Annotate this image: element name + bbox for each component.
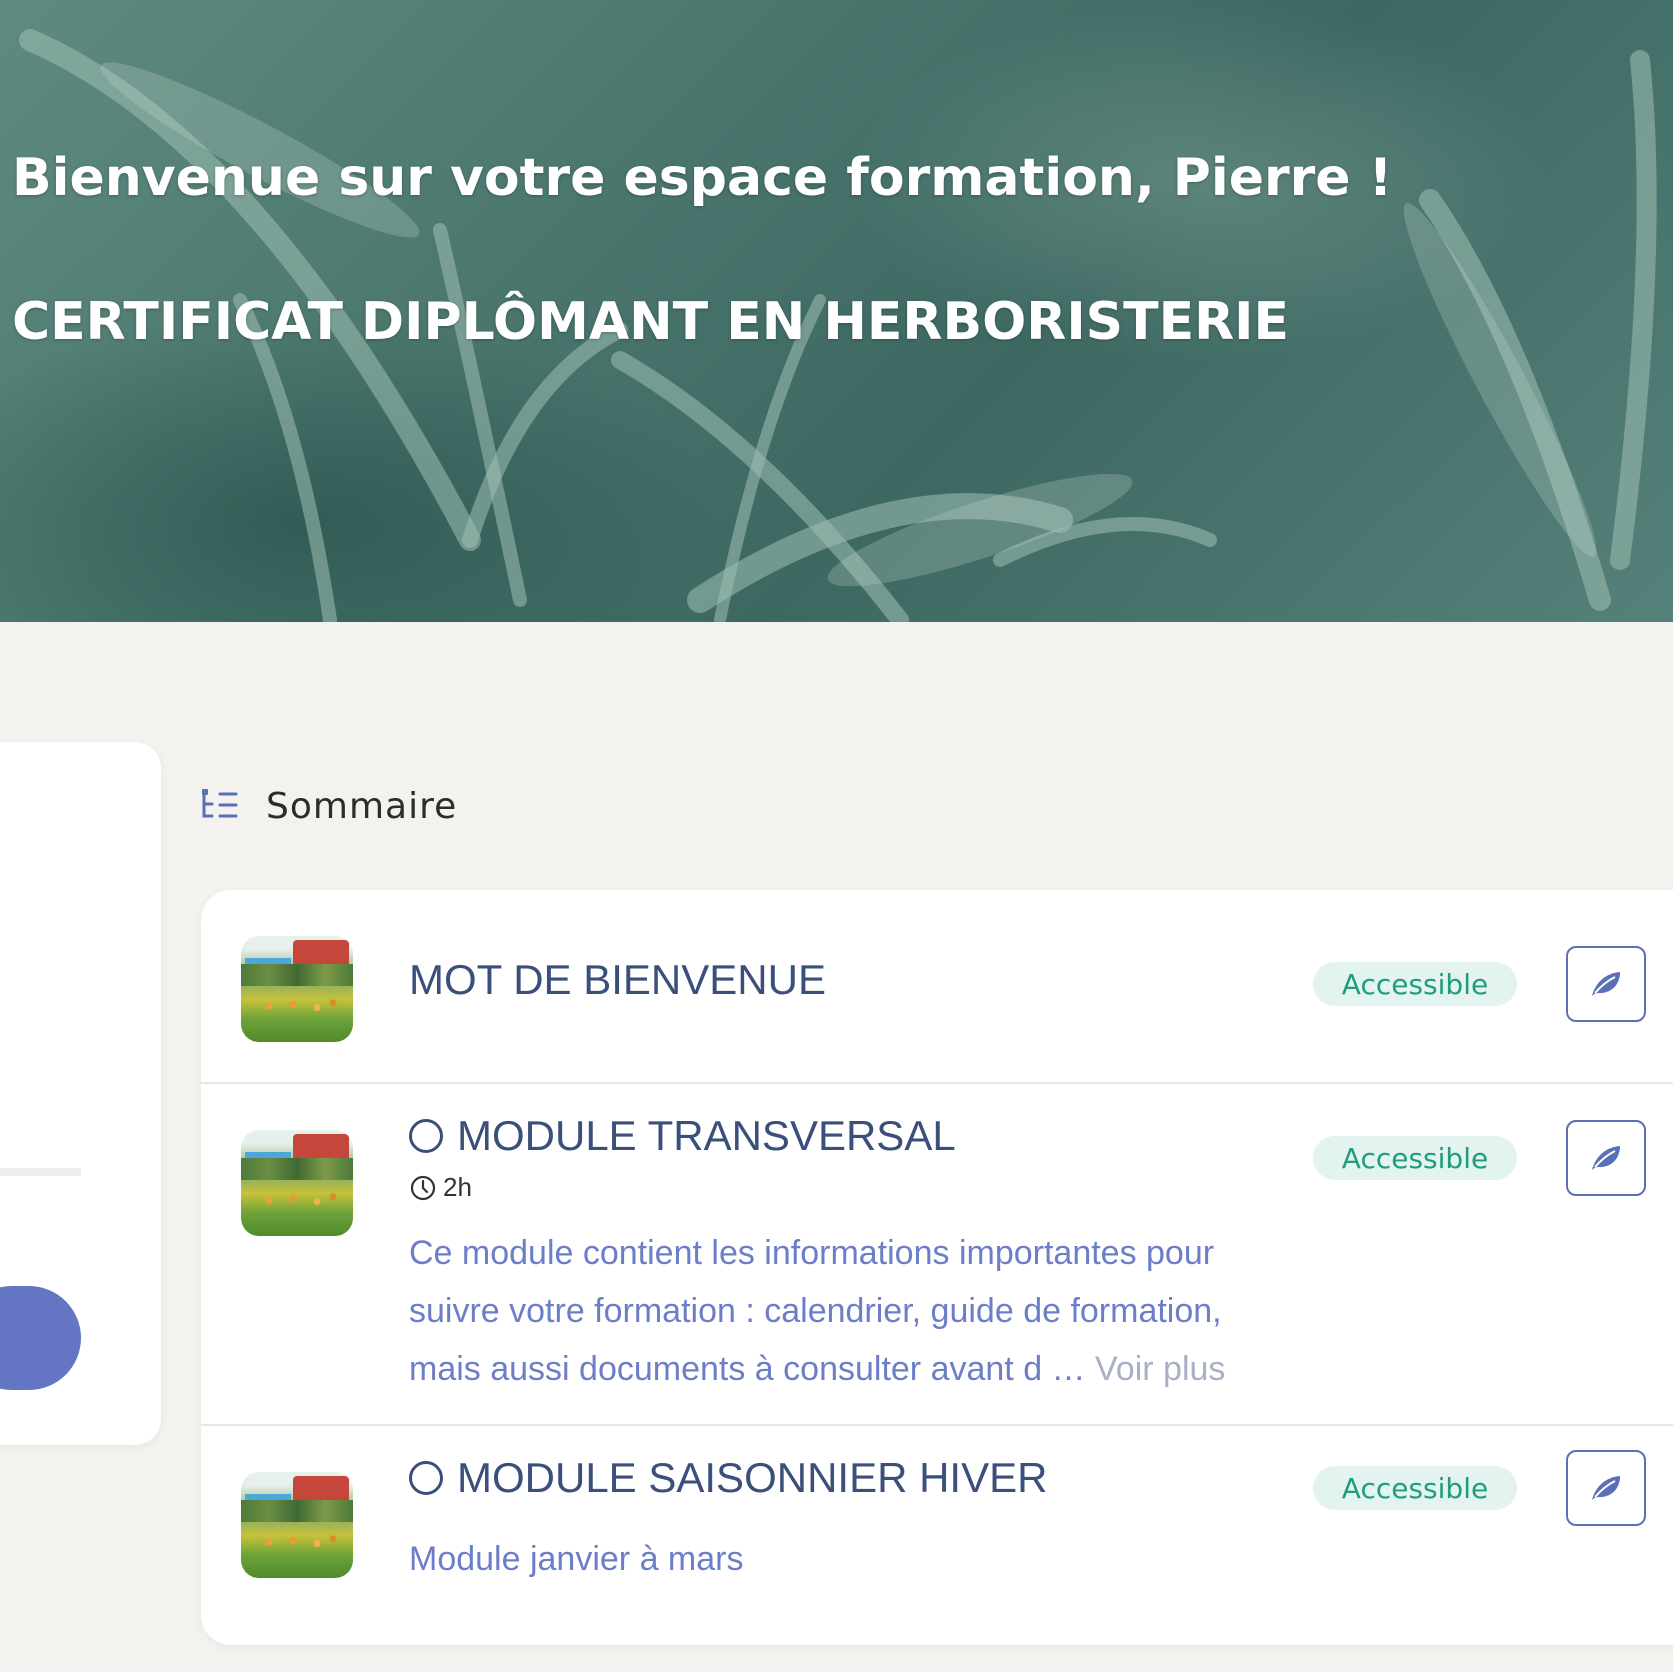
module-row[interactable]: MODULE SAISONNIER HIVER Module janvier à… xyxy=(201,1426,1673,1645)
status-badge: Accessible xyxy=(1313,1466,1517,1510)
toc-label: Sommaire xyxy=(266,785,458,827)
list-tree-icon xyxy=(202,789,238,818)
circle-outline-icon xyxy=(409,1461,443,1495)
module-title-text: MODULE SAISONNIER HIVER xyxy=(457,1454,1048,1501)
circle-outline-icon xyxy=(409,1119,443,1153)
module-thumbnail xyxy=(241,1472,353,1578)
module-list: MOT DE BIENVENUE Accessible MODULE TRANS… xyxy=(201,890,1673,1645)
module-title[interactable]: MOT DE BIENVENUE xyxy=(409,956,826,1004)
hero-banner: Bienvenue sur votre espace formation, Pi… xyxy=(0,0,1673,622)
module-row[interactable]: MOT DE BIENVENUE Accessible xyxy=(201,890,1673,1082)
module-description: Ce module contient les informations impo… xyxy=(409,1224,1289,1398)
leaf-icon xyxy=(1592,1146,1620,1170)
clock-icon xyxy=(410,1175,436,1200)
leaf-icon xyxy=(1592,1476,1620,1500)
open-module-button[interactable] xyxy=(1566,1120,1646,1196)
status-badge: Accessible xyxy=(1313,962,1517,1006)
status-badge: Accessible xyxy=(1313,1136,1517,1180)
progress-bar-track xyxy=(0,1168,81,1176)
welcome-title: Bienvenue sur votre espace formation, Pi… xyxy=(12,148,1393,208)
module-title-text: MODULE TRANSVERSAL xyxy=(457,1112,956,1159)
module-row[interactable]: MODULE TRANSVERSAL 2h Ce module contient… xyxy=(201,1084,1673,1424)
toc-header: Sommaire xyxy=(200,782,457,830)
leaf-icon xyxy=(1592,972,1620,996)
module-thumbnail xyxy=(241,936,353,1042)
duration-text: 2h xyxy=(443,1172,472,1202)
module-title-text: MOT DE BIENVENUE xyxy=(409,956,826,1003)
module-thumbnail xyxy=(241,1130,353,1236)
module-duration: 2h xyxy=(409,1172,472,1203)
open-module-button[interactable] xyxy=(1566,1450,1646,1526)
module-title[interactable]: MODULE TRANSVERSAL xyxy=(409,1112,956,1160)
see-more-link[interactable]: Voir plus xyxy=(1095,1350,1225,1388)
module-title[interactable]: MODULE SAISONNIER HIVER xyxy=(409,1454,1047,1502)
module-description: Module janvier à mars xyxy=(409,1540,744,1578)
open-module-button[interactable] xyxy=(1566,946,1646,1022)
course-title: CERTIFICAT DIPLÔMANT EN HERBORISTERIE xyxy=(12,292,1290,352)
